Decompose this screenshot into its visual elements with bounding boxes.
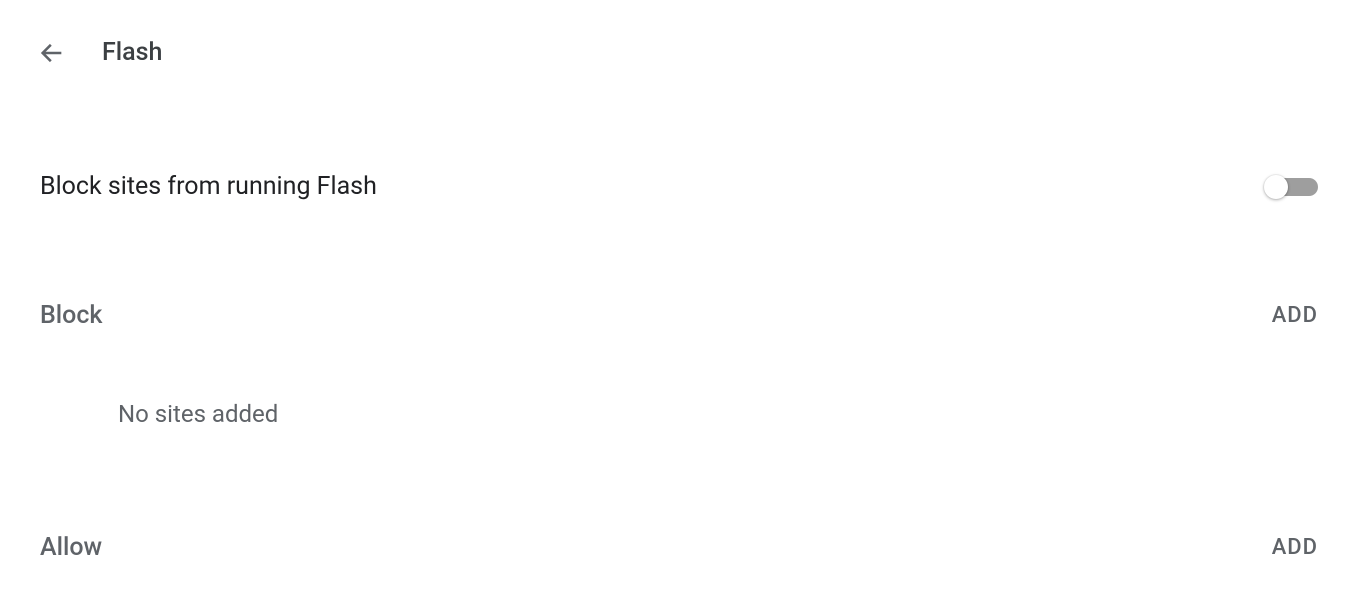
content-area: Block sites from running Flash Block ADD… (0, 172, 1358, 562)
main-toggle-row: Block sites from running Flash (40, 172, 1318, 201)
allow-section-header: Allow ADD (40, 533, 1318, 562)
page-header: Flash (0, 0, 1358, 67)
add-allow-button[interactable]: ADD (1272, 535, 1318, 560)
block-sites-toggle[interactable] (1264, 177, 1318, 197)
add-block-button[interactable]: ADD (1272, 303, 1318, 328)
block-section-title: Block (40, 301, 102, 330)
block-section: Block ADD No sites added (40, 301, 1318, 428)
back-arrow-icon[interactable] (38, 39, 66, 67)
block-sites-label: Block sites from running Flash (40, 172, 377, 201)
allow-section: Allow ADD (40, 533, 1318, 562)
page-title: Flash (102, 38, 162, 67)
block-empty-message: No sites added (40, 400, 1318, 428)
allow-section-title: Allow (40, 533, 102, 562)
toggle-thumb (1264, 175, 1288, 199)
block-section-header: Block ADD (40, 301, 1318, 330)
